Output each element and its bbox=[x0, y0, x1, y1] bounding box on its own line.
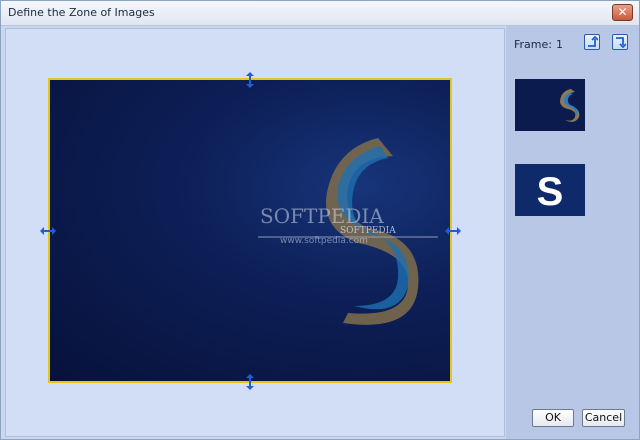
s-logo-thumbnail[interactable]: S bbox=[515, 164, 585, 216]
cancel-button[interactable]: Cancel bbox=[582, 409, 625, 427]
window-title: Define the Zone of Images bbox=[8, 6, 155, 19]
down-arrow-icon bbox=[616, 37, 626, 48]
dialog-window: Define the Zone of Images ✕ SOFTPEDIA SO… bbox=[0, 0, 640, 440]
ok-button[interactable]: OK bbox=[532, 409, 574, 427]
island-thumbnail[interactable] bbox=[515, 79, 585, 131]
close-icon: ✕ bbox=[617, 5, 628, 19]
next-frame-button[interactable] bbox=[612, 34, 628, 50]
svg-text:S: S bbox=[537, 170, 564, 214]
s-logo-icon: S bbox=[515, 164, 585, 216]
resize-handle-top[interactable] bbox=[242, 71, 258, 88]
watermark-url: www.softpedia.com bbox=[280, 236, 368, 246]
up-arrow-icon bbox=[588, 36, 598, 47]
frame-value: 1 bbox=[555, 38, 563, 51]
previous-frame-button[interactable] bbox=[584, 34, 600, 50]
sidebar: Frame: 1 S OK Cancel bbox=[506, 26, 639, 439]
title-bar[interactable]: Define the Zone of Images ✕ bbox=[1, 1, 639, 26]
resize-handle-bottom[interactable] bbox=[242, 373, 258, 390]
resize-handle-right[interactable] bbox=[444, 223, 461, 239]
frame-indicator: Frame: 1 bbox=[514, 38, 563, 51]
resize-handle-left[interactable] bbox=[39, 223, 56, 239]
island-thumbnail-image bbox=[515, 79, 585, 131]
watermark-main: SOFTPEDIA bbox=[260, 204, 384, 228]
image-zone[interactable]: SOFTPEDIA SOFTPEDIA www.softpedia.com bbox=[48, 78, 452, 383]
close-button[interactable]: ✕ bbox=[612, 4, 633, 21]
watermark-small: SOFTPEDIA bbox=[340, 226, 396, 236]
frame-label: Frame: bbox=[514, 38, 552, 51]
